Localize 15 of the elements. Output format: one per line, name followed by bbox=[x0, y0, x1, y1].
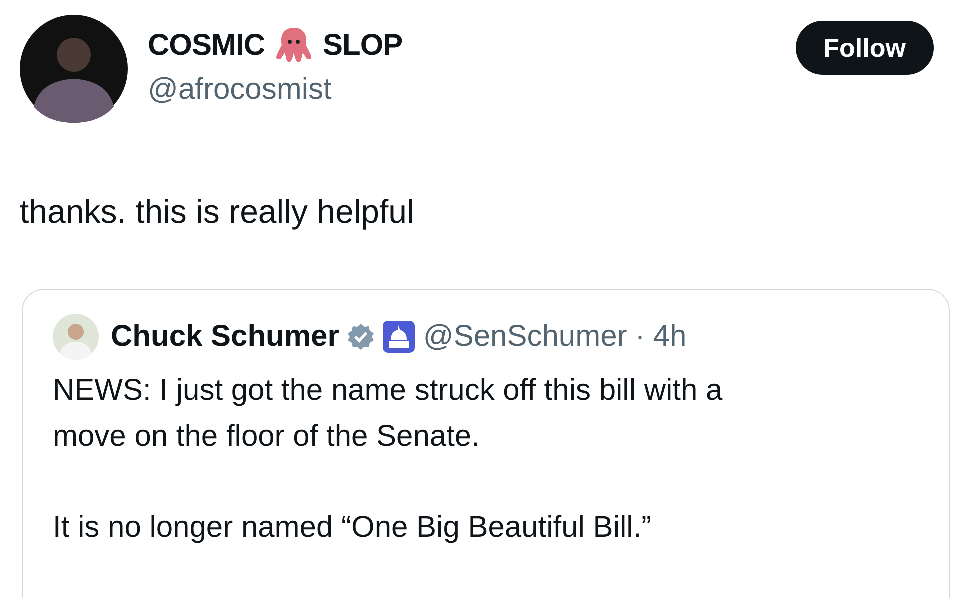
quoted-tweet-text: NEWS: I just got the name struck off this bill with a move on the floor of the Senate. bbox=[53, 373, 724, 455]
capitol-icon bbox=[383, 321, 416, 353]
display-name: COSMIC bbox=[148, 29, 265, 63]
user-handle: @SenSchumer bbox=[423, 320, 628, 354]
follow-button[interactable]: Follow bbox=[796, 21, 934, 75]
display-name: SLOP bbox=[323, 29, 403, 63]
timestamp: 4h bbox=[653, 320, 687, 354]
avatar bbox=[53, 314, 99, 360]
separator-dot: · bbox=[635, 320, 646, 354]
quoted-tweet-text: It is no longer named “One Big Beautiful Bill.” bbox=[53, 510, 653, 546]
display-name: Chuck Schumer bbox=[111, 320, 340, 354]
user-handle: @afrocosmist bbox=[148, 73, 333, 107]
quoted-tweet-card[interactable]: Chuck Schumer @SenSchumer · 4h NEWS: I just got the name struck off this bill with a move on the floor of the Senate. It is no longer named “One Big Beautiful Bill.” bbox=[22, 289, 950, 598]
tweet-text: thanks. this is really helpful bbox=[20, 193, 416, 231]
avatar[interactable] bbox=[20, 15, 128, 123]
